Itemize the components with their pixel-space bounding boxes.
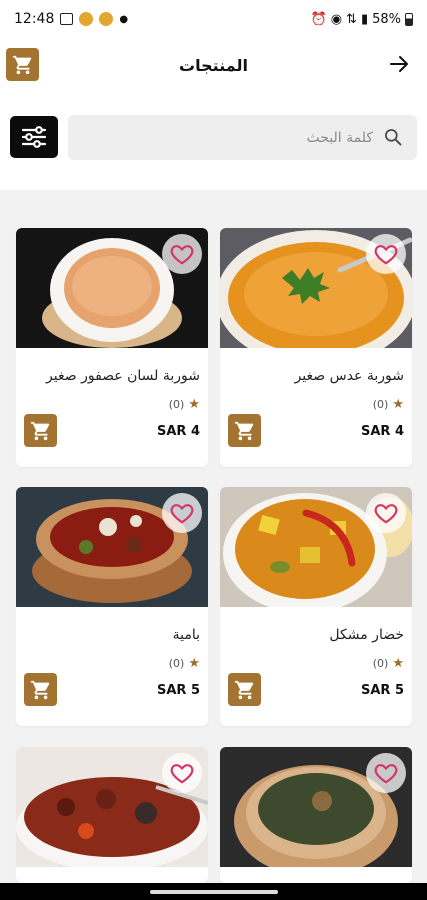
sliders-icon [21, 126, 47, 148]
add-to-cart-button[interactable] [24, 673, 57, 706]
heart-icon [170, 504, 194, 524]
star-icon: ★ [188, 397, 200, 412]
add-to-cart-button[interactable] [228, 673, 261, 706]
product-card[interactable]: بامية (0) ★ SAR 5 [16, 487, 208, 726]
product-rating: (0) ★ [169, 656, 200, 671]
app-header: المنتجات [0, 38, 427, 98]
heart-icon [374, 764, 398, 784]
home-gesture-handle[interactable] [150, 890, 278, 894]
gallery-icon [60, 13, 74, 25]
rating-count: (0) [372, 657, 389, 670]
product-price: SAR 4 [156, 424, 200, 439]
heart-icon [374, 504, 398, 524]
product-name: بامية [172, 627, 200, 643]
product-price: SAR 5 [156, 683, 200, 698]
product-name: خضار مشكل [329, 627, 404, 643]
battery-percent: 58% [372, 11, 401, 27]
add-to-cart-button[interactable] [228, 414, 261, 447]
cart-icon [234, 421, 253, 440]
filter-button[interactable] [10, 116, 58, 158]
status-time: 12:48 [14, 11, 55, 27]
product-price: SAR 5 [360, 683, 404, 698]
favorite-button[interactable] [366, 753, 406, 793]
favorite-button[interactable] [162, 234, 202, 274]
favorite-button[interactable] [366, 493, 406, 533]
product-card[interactable] [16, 747, 208, 883]
product-price: SAR 4 [360, 424, 404, 439]
page-title: المنتجات [179, 56, 248, 75]
rating-count: (0) [168, 398, 185, 411]
rating-count: (0) [168, 657, 185, 670]
add-to-cart-button[interactable] [24, 414, 57, 447]
data-icon: ⇅ [346, 11, 357, 27]
heart-icon [170, 245, 194, 265]
notification-app-icon [79, 12, 94, 26]
back-arrow-icon[interactable] [387, 52, 411, 76]
cart-icon [30, 421, 49, 440]
star-icon: ★ [392, 397, 404, 412]
search-icon [385, 129, 402, 146]
product-rating: (0) ★ [373, 397, 404, 412]
system-nav-bar [0, 883, 427, 900]
hotspot-icon: ◉ [330, 11, 343, 27]
notification-app-icon-2 [99, 12, 114, 26]
product-rating: (0) ★ [373, 656, 404, 671]
battery-icon [405, 12, 413, 26]
cart-icon [234, 680, 253, 699]
star-icon: ★ [392, 656, 404, 671]
more-notifications-dot-icon: ● [119, 13, 129, 25]
favorite-button[interactable] [162, 493, 202, 533]
product-name: شوربة عدس صغير [294, 368, 404, 384]
status-bar: 12:48 ● ⏰ ◉ ⇅ ▮ 58% [0, 0, 427, 38]
signal-icon: ▮ [360, 11, 369, 27]
search-input[interactable] [78, 115, 373, 160]
heart-icon [170, 764, 194, 784]
alarm-icon: ⏰ [310, 11, 327, 27]
product-card[interactable]: خضار مشكل (0) ★ SAR 5 [220, 487, 412, 726]
product-name: شوربة لسان عصفور صغير [46, 368, 200, 384]
favorite-button[interactable] [162, 753, 202, 793]
star-icon: ★ [188, 656, 200, 671]
favorite-button[interactable] [366, 234, 406, 274]
rating-count: (0) [372, 398, 389, 411]
product-card[interactable]: شوربة لسان عصفور صغير (0) ★ SAR 4 [16, 228, 208, 467]
heart-icon [374, 245, 398, 265]
cart-icon [30, 680, 49, 699]
search-box [68, 115, 417, 160]
search-area [0, 98, 427, 190]
product-rating: (0) ★ [169, 397, 200, 412]
product-card[interactable] [220, 747, 412, 883]
product-card[interactable]: شوربة عدس صغير (0) ★ SAR 4 [220, 228, 412, 467]
